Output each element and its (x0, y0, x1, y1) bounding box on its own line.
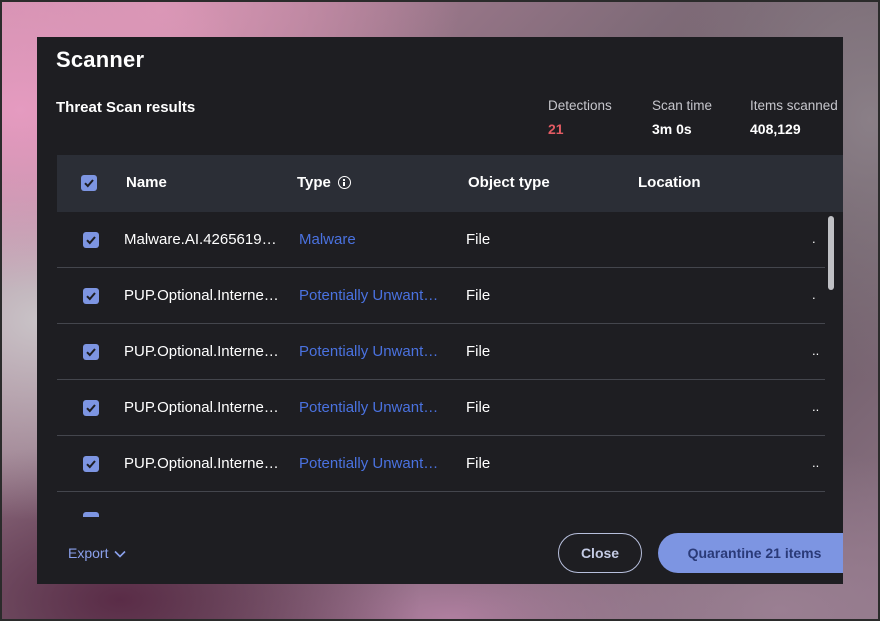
row-checkbox[interactable] (83, 344, 99, 360)
checkmark-icon (86, 348, 96, 357)
location: . (812, 231, 816, 246)
checkmark-icon (86, 404, 96, 413)
checkmark-icon (86, 460, 96, 469)
object-type: File (466, 455, 491, 472)
row-checkbox[interactable] (83, 456, 99, 472)
column-header-type[interactable]: Type (297, 174, 351, 191)
table-row[interactable]: PUP.Optional.Interne… Potentially Unwant… (57, 380, 825, 436)
stat-label: Scan time (652, 98, 713, 113)
threat-type-link[interactable]: Potentially Unwant… (299, 399, 444, 416)
threat-name: PUP.Optional.Interne… (124, 399, 279, 416)
table-row[interactable]: PUP.Optional.Interne… Potentially Unwant… (57, 268, 825, 324)
threat-type-link[interactable]: Potentially Unwant… (299, 287, 444, 304)
scan-results-dialog: Scanner Threat Scan results Detections 2… (37, 37, 843, 584)
object-type: File (466, 343, 491, 360)
checkmark-icon (86, 292, 96, 301)
info-icon[interactable] (337, 176, 351, 189)
quarantine-button[interactable]: Quarantine 21 items (658, 533, 843, 573)
column-header-label: Object type (468, 174, 550, 191)
stat-value: 21 (548, 121, 564, 137)
threat-name: PUP.Optional.Interne… (124, 343, 279, 360)
chevron-down-icon (114, 550, 127, 558)
threat-type-link[interactable]: Potentially Unwant… (299, 343, 444, 360)
threat-type-link[interactable]: Malware (299, 231, 444, 248)
object-type: File (466, 287, 491, 304)
stat-label: Items scanned (750, 98, 838, 113)
table-row[interactable]: PUP.Optional.Interne… Potentially Unwant… (57, 436, 825, 492)
stat-detections: Detections 21 (548, 98, 612, 137)
table-row[interactable]: Malware.AI.4265619… Malware File . (57, 212, 825, 268)
column-header-name[interactable]: Name (126, 174, 167, 191)
stat-scan-time: Scan time 3m 0s (652, 98, 712, 137)
stat-value: 408,129 (750, 121, 801, 137)
close-button[interactable]: Close (558, 533, 642, 573)
select-all-checkbox[interactable] (81, 175, 97, 191)
object-type: File (466, 399, 491, 416)
column-header-label: Name (126, 174, 167, 191)
location: . (812, 287, 816, 302)
column-header-location[interactable]: Location (638, 174, 701, 191)
column-header-object-type[interactable]: Object type (468, 174, 550, 191)
stat-value: 3m 0s (652, 121, 692, 137)
table-scrollbar[interactable] (827, 212, 835, 517)
row-checkbox[interactable] (83, 400, 99, 416)
app-title: Scanner (56, 47, 145, 72)
column-header-label: Location (638, 174, 701, 191)
location: .. (812, 455, 820, 470)
threat-name: PUP.Optional.Interne… (124, 455, 279, 472)
results-title: Threat Scan results (56, 99, 196, 116)
location: .. (812, 399, 820, 414)
row-checkbox[interactable] (83, 512, 99, 517)
table-header: Name Type Object type Location (57, 155, 843, 212)
export-button[interactable]: Export (68, 545, 127, 561)
stat-label: Detections (548, 98, 612, 113)
threat-name: Malware.AI.4265619… (124, 231, 277, 248)
column-header-label: Type (297, 174, 331, 191)
export-label: Export (68, 545, 109, 561)
row-checkbox[interactable] (83, 288, 99, 304)
location: .. (812, 343, 820, 358)
checkmark-icon (84, 179, 94, 188)
threat-name: PUP.Optional.Interne… (124, 287, 279, 304)
threat-type-link[interactable]: Potentially Unwant… (299, 455, 444, 472)
object-type: File (466, 231, 491, 248)
row-checkbox[interactable] (83, 232, 99, 248)
scrollbar-thumb[interactable] (828, 216, 834, 290)
stat-items-scanned: Items scanned 408,129 (750, 98, 838, 137)
table-row[interactable]: PUP.Optional.Interne… Potentially Unwant… (57, 324, 825, 380)
checkmark-icon (86, 236, 96, 245)
results-table-body: Malware.AI.4265619… Malware File . PUP.O… (57, 212, 825, 517)
